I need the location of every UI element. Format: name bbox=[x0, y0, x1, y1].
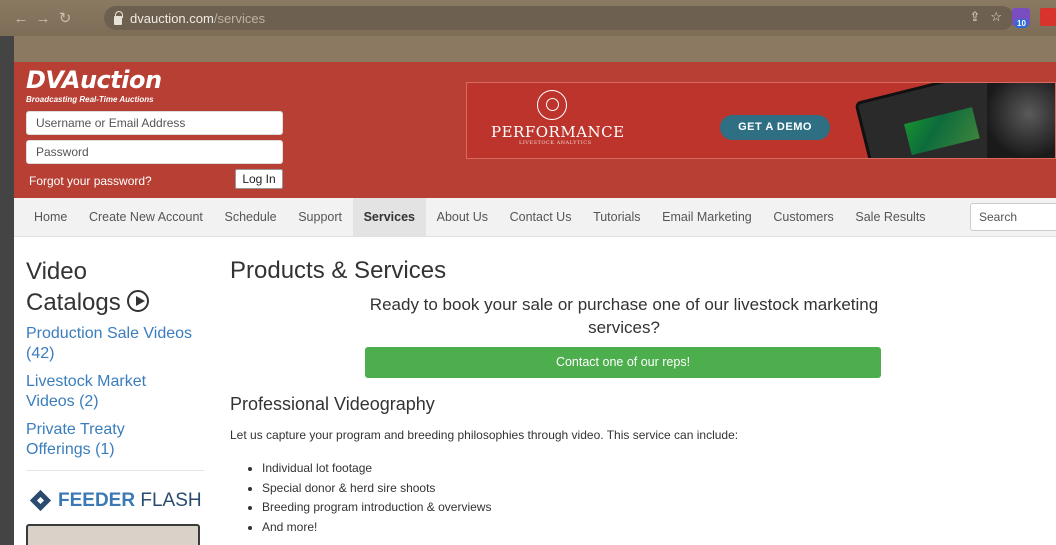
link-line1: Private Treaty bbox=[26, 421, 125, 438]
nav-schedule[interactable]: Schedule bbox=[214, 198, 288, 236]
ad-brand-sub: LIVESTOCK ANALYTICS bbox=[519, 140, 592, 146]
list-item: Individual lot footage bbox=[248, 459, 491, 479]
extension-badge: 10 bbox=[1015, 19, 1028, 28]
site-logo[interactable]: DVAuction bbox=[26, 66, 162, 94]
link-line1: Livestock Market bbox=[26, 373, 147, 390]
share-icon[interactable]: ⇪ bbox=[969, 9, 980, 25]
nav-sale-results[interactable]: Sale Results bbox=[845, 198, 937, 236]
play-icon[interactable] bbox=[127, 290, 150, 312]
link-livestock-market-videos[interactable]: Livestock Market Videos (2) bbox=[26, 372, 146, 412]
bookmark-star-icon[interactable]: ☆ bbox=[990, 9, 1002, 25]
list-item: Special donor & herd sire shoots bbox=[248, 479, 491, 499]
nav-email-marketing[interactable]: Email Marketing bbox=[651, 198, 762, 236]
back-icon[interactable]: ← bbox=[10, 10, 32, 27]
left-margin bbox=[0, 36, 14, 545]
list-item: Breeding program introduction & overview… bbox=[248, 498, 491, 518]
url-text: dvauction.com/services bbox=[130, 11, 265, 26]
feeder-flash-logo[interactable]: FEEDER FLASH bbox=[30, 490, 202, 512]
nav-support[interactable]: Support bbox=[287, 198, 352, 236]
list-item: And more! bbox=[248, 518, 491, 538]
nav-tutorials[interactable]: Tutorials bbox=[582, 198, 651, 236]
username-input[interactable]: Username or Email Address bbox=[26, 111, 283, 135]
section-paragraph: Let us capture your program and breeding… bbox=[230, 428, 739, 442]
search-input[interactable]: Search bbox=[970, 203, 1056, 231]
link-line1: Production Sale Videos bbox=[26, 325, 193, 342]
extension-icon[interactable]: 10 bbox=[1012, 8, 1030, 28]
main-nav: Home Create New Account Schedule Support… bbox=[14, 198, 1056, 237]
forward-icon[interactable]: → bbox=[32, 10, 54, 27]
ad-brand: PERFORMANCE bbox=[491, 123, 625, 141]
site-tagline: Broadcasting Real-Time Auctions bbox=[26, 95, 154, 104]
nav-about-us[interactable]: About Us bbox=[426, 198, 499, 236]
lead-text: Ready to book your sale or purchase one … bbox=[369, 295, 879, 337]
link-line2: Offerings (1) bbox=[26, 441, 115, 458]
contact-rep-button[interactable]: Contact one of our reps! bbox=[365, 347, 881, 378]
nav-create-account[interactable]: Create New Account bbox=[78, 198, 214, 236]
link-private-treaty-offerings[interactable]: Private Treaty Offerings (1) bbox=[26, 420, 125, 460]
feeder-flash-text: FEEDER FLASH bbox=[58, 490, 202, 512]
login-button[interactable]: Log In bbox=[235, 169, 283, 189]
cattle-image bbox=[987, 83, 1055, 158]
reload-icon[interactable]: ↻ bbox=[54, 9, 76, 27]
browser-actions: ⇪ ☆ 10 bbox=[969, 8, 1056, 28]
nav-services[interactable]: Services bbox=[352, 198, 426, 236]
password-input[interactable]: Password bbox=[26, 140, 283, 164]
heading-line2: Catalogs bbox=[26, 289, 121, 316]
section-title: Professional Videography bbox=[230, 394, 435, 414]
page-title: Products & Services bbox=[230, 257, 447, 284]
service-list: Individual lot footage Special donor & h… bbox=[248, 459, 491, 537]
url-path: /services bbox=[213, 10, 266, 26]
link-line2: (42) bbox=[26, 345, 55, 362]
nav-home[interactable]: Home bbox=[14, 198, 78, 236]
lock-icon bbox=[114, 10, 123, 25]
sidebar-divider bbox=[26, 470, 204, 471]
performance-logo-icon bbox=[537, 90, 567, 120]
performance-ad-banner[interactable]: PERFORMANCE LIVESTOCK ANALYTICS GET A DE… bbox=[466, 82, 1056, 159]
link-production-sale-videos[interactable]: Production Sale Videos (42) bbox=[26, 324, 192, 364]
nav-contact-us[interactable]: Contact Us bbox=[499, 198, 582, 236]
video-catalogs-heading: Video Catalogs bbox=[26, 256, 150, 318]
browser-toolbar: ← → ↻ dvauction.com/services ⇪ ☆ 10 bbox=[0, 0, 1056, 36]
feeder-light: FLASH bbox=[135, 490, 202, 511]
web-page: DVAuction Broadcasting Real-Time Auction… bbox=[14, 36, 1056, 545]
heading-line1: Video bbox=[26, 258, 87, 285]
forgot-password-link[interactable]: Forgot your password? bbox=[29, 174, 152, 188]
nav-customers[interactable]: Customers bbox=[763, 198, 845, 236]
address-bar[interactable]: dvauction.com/services bbox=[104, 6, 1014, 30]
header-top-strip bbox=[14, 36, 1056, 62]
pdf-extension-icon[interactable] bbox=[1040, 8, 1056, 26]
link-line2: Videos (2) bbox=[26, 393, 99, 410]
diamond-logo-icon bbox=[30, 490, 52, 512]
feeder-bold: FEEDER bbox=[58, 490, 136, 511]
url-domain: dvauction.com bbox=[130, 10, 214, 26]
feeder-flash-image[interactable] bbox=[26, 524, 200, 545]
get-demo-button[interactable]: GET A DEMO bbox=[720, 115, 830, 140]
